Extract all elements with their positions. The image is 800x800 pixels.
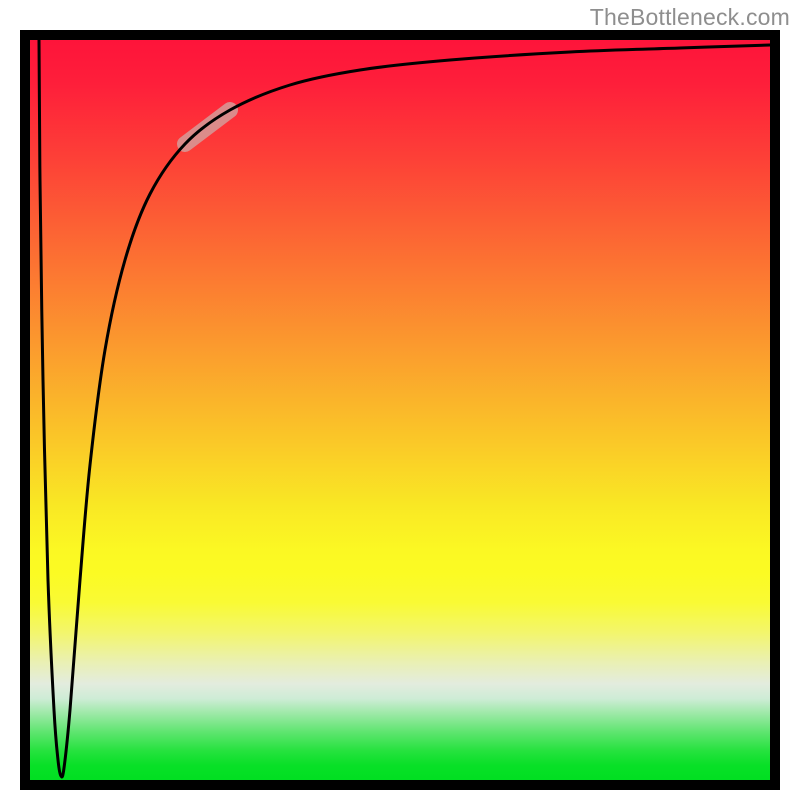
chart-container: TheBottleneck.com — [0, 0, 800, 800]
curve-svg — [30, 40, 770, 780]
plot-frame — [20, 30, 780, 790]
plot-area — [30, 40, 770, 780]
curve-line — [39, 40, 770, 777]
watermark-text: TheBottleneck.com — [590, 4, 790, 31]
